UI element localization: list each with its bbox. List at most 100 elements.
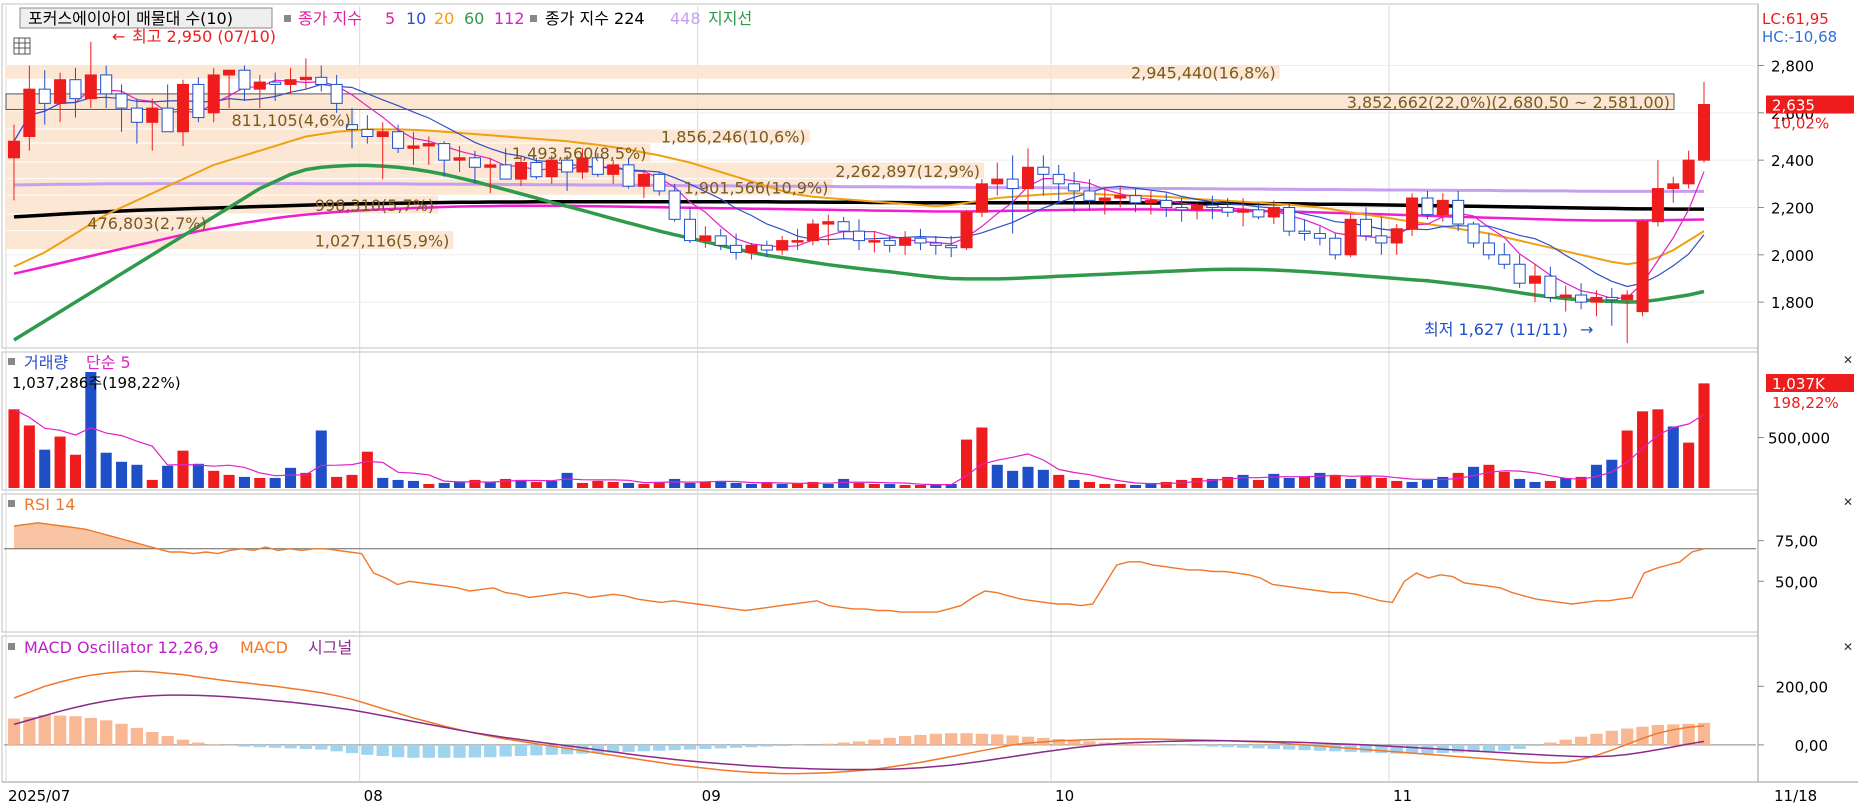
volume-bar[interactable]	[1252, 479, 1264, 488]
volume-bar[interactable]	[669, 478, 681, 488]
candle-body[interactable]	[683, 218, 697, 242]
volume-bar[interactable]	[1237, 474, 1249, 488]
candle-body[interactable]	[223, 69, 236, 76]
rsi-close-icon[interactable]: ✕	[1843, 495, 1853, 509]
volume-bar[interactable]	[684, 482, 696, 488]
candle-body[interactable]	[607, 164, 620, 175]
volume-bar[interactable]	[546, 480, 558, 488]
volume-bar[interactable]	[192, 463, 204, 488]
candle-body[interactable]	[1605, 296, 1618, 301]
candle-body[interactable]	[330, 83, 343, 104]
volume-bar[interactable]	[238, 476, 250, 488]
candle-body[interactable]	[1636, 221, 1649, 313]
candle-body[interactable]	[38, 88, 51, 104]
volume-bar[interactable]	[1437, 476, 1449, 488]
volume-bar[interactable]	[1053, 474, 1065, 488]
candle-body[interactable]	[530, 162, 543, 178]
volume-bar[interactable]	[162, 465, 174, 488]
volume-bar[interactable]	[638, 483, 650, 488]
volume-bar[interactable]	[1683, 442, 1695, 488]
volume-bar[interactable]	[1345, 478, 1357, 488]
volume-bar[interactable]	[23, 425, 35, 488]
candle-body[interactable]	[1037, 166, 1050, 175]
volume-bar[interactable]	[1299, 476, 1311, 488]
volume-bar[interactable]	[1606, 459, 1618, 488]
candle-body[interactable]	[1513, 263, 1526, 284]
volume-bar[interactable]	[1176, 479, 1188, 488]
volume-bar[interactable]	[8, 409, 20, 488]
candle-body[interactable]	[991, 178, 1004, 185]
candle-body[interactable]	[975, 183, 988, 213]
candle-body[interactable]	[130, 107, 143, 123]
volume-bar[interactable]	[1283, 477, 1295, 488]
volume-bar[interactable]	[1268, 473, 1280, 488]
candle-body[interactable]	[54, 79, 67, 104]
volume-bar[interactable]	[454, 481, 466, 488]
candle-body[interactable]	[745, 244, 758, 253]
candle-body[interactable]	[1344, 218, 1357, 256]
candle-body[interactable]	[668, 190, 681, 220]
candle-body[interactable]	[1482, 242, 1495, 256]
candle-body[interactable]	[284, 79, 297, 85]
volume-bar[interactable]	[1544, 480, 1556, 488]
candle-body[interactable]	[1283, 206, 1296, 232]
candle-body[interactable]	[1329, 237, 1342, 256]
candle-body[interactable]	[1452, 199, 1465, 225]
volume-bar[interactable]	[1391, 480, 1403, 488]
volume-bar[interactable]	[592, 480, 604, 488]
volume-bar[interactable]	[561, 472, 573, 488]
candle-body[interactable]	[730, 244, 743, 253]
volume-bar[interactable]	[914, 484, 926, 488]
volume-bar[interactable]	[1468, 466, 1480, 488]
candle-body[interactable]	[176, 83, 190, 133]
candle-body[interactable]	[1467, 223, 1480, 244]
candle-body[interactable]	[438, 143, 451, 161]
volume-bar[interactable]	[822, 483, 834, 488]
candle-body[interactable]	[192, 83, 205, 119]
candle-body[interactable]	[207, 74, 220, 114]
candle-body[interactable]	[1129, 195, 1142, 204]
volume-bar[interactable]	[607, 481, 619, 488]
candle-body[interactable]	[1575, 294, 1588, 303]
candle-body[interactable]	[484, 164, 497, 168]
volume-bar[interactable]	[407, 480, 419, 488]
candle-body[interactable]	[315, 76, 328, 85]
volume-bar[interactable]	[930, 484, 942, 488]
volume-bar[interactable]	[177, 450, 189, 488]
candle-body[interactable]	[23, 88, 36, 137]
volume-bar[interactable]	[69, 454, 81, 488]
volume-bar[interactable]	[377, 477, 389, 488]
volume-bar[interactable]	[1130, 484, 1142, 488]
candle-body[interactable]	[238, 69, 251, 90]
volume-bar[interactable]	[1529, 481, 1541, 488]
candle-body[interactable]	[899, 237, 912, 246]
candle-body[interactable]	[1298, 230, 1311, 235]
volume-bar[interactable]	[116, 461, 128, 488]
volume-bar[interactable]	[1037, 469, 1049, 488]
candle-body[interactable]	[1190, 204, 1204, 211]
candle-body[interactable]	[1590, 296, 1603, 303]
volume-bar[interactable]	[1360, 475, 1372, 488]
candle-body[interactable]	[1682, 159, 1695, 185]
volume-bar[interactable]	[1099, 483, 1111, 488]
volume-bar[interactable]	[884, 483, 896, 488]
stock-chart[interactable]: 2,945,440(16,8%) 3,852,662(22,0%)(2,680,5…	[0, 0, 1858, 812]
volume-bar[interactable]	[1498, 471, 1510, 488]
table-toggle-icon[interactable]	[13, 37, 31, 55]
candle-body[interactable]	[1052, 173, 1065, 185]
candle-body[interactable]	[146, 107, 159, 123]
candle-body[interactable]	[1621, 294, 1634, 301]
candle-body[interactable]	[361, 128, 374, 137]
candle-body[interactable]	[1436, 199, 1449, 216]
volume-bar[interactable]	[899, 484, 911, 488]
volume-bar[interactable]	[1421, 479, 1433, 488]
candle-body[interactable]	[1697, 104, 1711, 161]
volume-bar[interactable]	[254, 477, 266, 488]
candle-body[interactable]	[776, 240, 789, 251]
volume-bar[interactable]	[346, 474, 358, 488]
candle-body[interactable]	[945, 244, 958, 249]
volume-bar[interactable]	[1698, 383, 1710, 488]
volume-bar[interactable]	[868, 483, 880, 488]
volume-bar[interactable]	[423, 483, 435, 488]
volume-bar[interactable]	[961, 439, 973, 488]
